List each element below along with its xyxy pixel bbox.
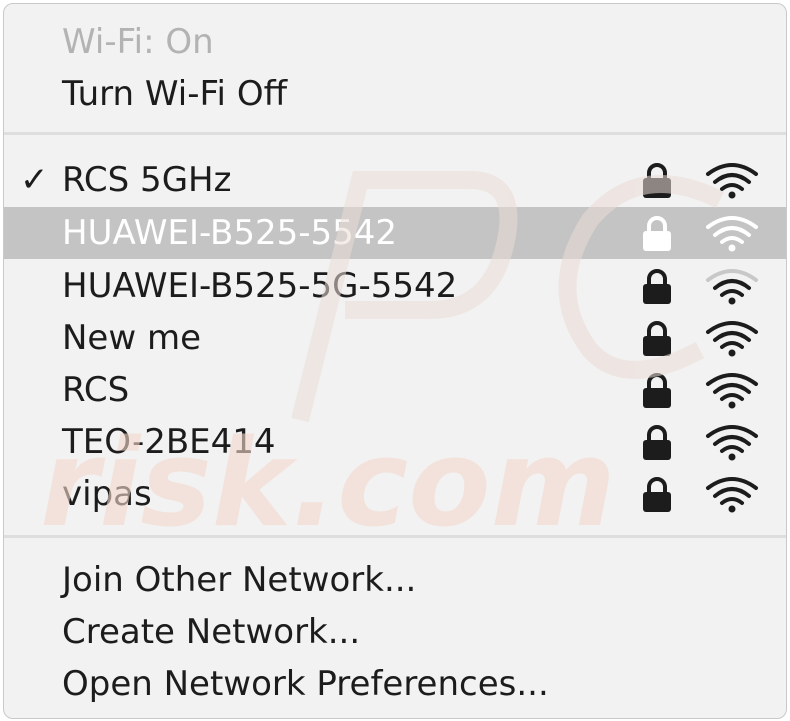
wifi-signal-icon xyxy=(706,425,758,461)
network-name: vipas xyxy=(62,474,152,514)
lock-icon xyxy=(643,163,671,198)
checkmark-icon: ✓ xyxy=(20,160,49,200)
network-item-rcs[interactable]: RCS xyxy=(4,364,786,416)
create-network-item[interactable]: Create Network... xyxy=(4,606,786,658)
open-network-preferences-item[interactable]: Open Network Preferences... xyxy=(4,658,786,710)
wifi-menu: Wi-Fi: On Turn Wi-Fi Off ✓ RCS 5GHz HUAW… xyxy=(3,3,787,719)
network-item-huawei-b525-5g-5542[interactable]: HUAWEI-B525-5G-5542 xyxy=(4,260,786,312)
network-item-new-me[interactable]: New me xyxy=(4,312,786,364)
wifi-status-text: Wi-Fi: On xyxy=(62,22,214,62)
join-other-network-label: Join Other Network... xyxy=(62,560,417,600)
network-item-vipas[interactable]: vipas xyxy=(4,468,786,520)
wifi-signal-icon xyxy=(706,477,758,513)
wifi-signal-icon xyxy=(706,373,758,409)
menu-separator xyxy=(4,132,786,135)
lock-icon xyxy=(643,321,671,356)
lock-icon xyxy=(643,425,671,460)
wifi-signal-icon xyxy=(706,163,758,199)
lock-icon xyxy=(643,269,671,304)
wifi-signal-icon xyxy=(706,321,758,357)
wifi-signal-icon xyxy=(706,216,758,252)
menu-separator xyxy=(4,535,786,538)
network-name: HUAWEI-B525-5542 xyxy=(62,213,398,253)
turn-wifi-off-label: Turn Wi-Fi Off xyxy=(62,74,288,114)
wifi-signal-icon xyxy=(706,269,758,305)
network-item-teo-2be414[interactable]: TEO-2BE414 xyxy=(4,416,786,468)
network-name: RCS xyxy=(62,370,130,410)
turn-wifi-off-item[interactable]: Turn Wi-Fi Off xyxy=(4,68,786,120)
network-item-huawei-b525-5542[interactable]: HUAWEI-B525-5542 xyxy=(4,207,786,259)
network-name: RCS 5GHz xyxy=(62,160,232,200)
wifi-status-label: Wi-Fi: On xyxy=(4,16,786,68)
network-name: TEO-2BE414 xyxy=(62,422,276,462)
create-network-label: Create Network... xyxy=(62,612,361,652)
join-other-network-item[interactable]: Join Other Network... xyxy=(4,554,786,606)
open-network-preferences-label: Open Network Preferences... xyxy=(62,664,549,704)
lock-icon xyxy=(643,373,671,408)
lock-icon xyxy=(643,216,671,251)
network-name: HUAWEI-B525-5G-5542 xyxy=(62,266,458,306)
network-name: New me xyxy=(62,318,202,358)
lock-icon xyxy=(643,477,671,512)
network-item-rcs-5ghz[interactable]: ✓ RCS 5GHz xyxy=(4,154,786,206)
